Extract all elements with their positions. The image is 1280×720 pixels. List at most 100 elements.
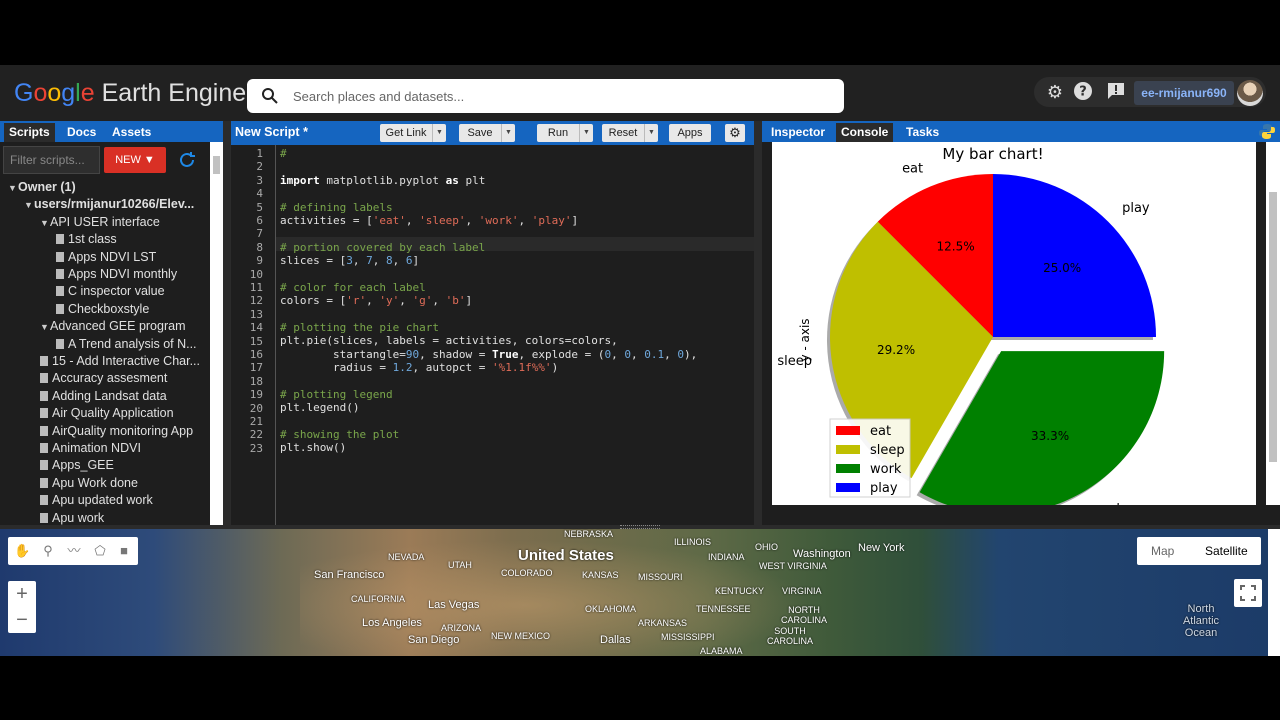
filter-scripts-input[interactable] (3, 146, 100, 174)
line-number: 10 (249, 267, 263, 281)
map-type-satellite[interactable]: Satellite (1205, 544, 1248, 558)
map-label-ocean: North Atlantic Ocean (1182, 603, 1220, 639)
map-label-mississippi: MISSISSIPPI (661, 632, 715, 642)
gear-icon[interactable]: ⚙ (1044, 81, 1066, 103)
chevron-down-icon[interactable]: ▼ (644, 124, 658, 142)
tab-console[interactable]: Console (836, 123, 894, 142)
help-icon[interactable]: ? (1072, 81, 1094, 103)
chevron-down-icon[interactable]: ▼ (40, 319, 50, 336)
tree-file[interactable]: Air Quality Application (40, 405, 174, 422)
tree-file[interactable]: Apps_GEE (40, 457, 114, 474)
avatar[interactable] (1237, 80, 1263, 106)
refresh-icon[interactable] (177, 150, 197, 170)
chevron-down-icon[interactable]: ▼ (40, 215, 50, 232)
tab-docs[interactable]: Docs (62, 123, 101, 142)
code-line-1: # (280, 147, 287, 160)
map-label-west-virginia: WEST VIRGINIA (759, 561, 827, 571)
tree-folder[interactable]: ▼Advanced GEE program (40, 318, 186, 335)
line-number: 16 (249, 348, 263, 361)
top-header: Google Earth Engine ⚙ ? ee-rmijanur690 (0, 65, 1280, 121)
polygon-icon[interactable]: ⬠ (92, 543, 108, 559)
marker-icon[interactable]: ⚲ (40, 543, 56, 559)
tab-assets[interactable]: Assets (107, 123, 156, 142)
map-label-washington: Washington (793, 548, 851, 560)
search-input[interactable] (293, 85, 813, 107)
code-line-14: # plotting the pie chart (280, 321, 439, 334)
get-link-button[interactable]: Get Link ▼ (380, 124, 446, 142)
tab-scripts[interactable]: Scripts (4, 123, 55, 142)
pie-percent-label: 12.5% (937, 240, 975, 254)
gee-logo[interactable]: Google Earth Engine (14, 79, 246, 108)
line-icon[interactable]: 〰 (66, 543, 82, 559)
tree-file[interactable]: Animation NDVI (40, 440, 141, 457)
tab-inspector[interactable]: Inspector (766, 123, 830, 142)
left-scrollbar[interactable] (210, 142, 223, 525)
tree-file[interactable]: Apu work (40, 510, 104, 525)
line-number: 18 (249, 374, 263, 388)
pie-chart: My bar chart! y - axis 12.5%eat29.2%slee… (777, 145, 1165, 505)
line-number: 12 (249, 294, 263, 308)
chevron-down-icon[interactable]: ▼ (432, 124, 446, 142)
map-scrollbar[interactable] (1268, 529, 1280, 656)
tab-tasks[interactable]: Tasks (901, 123, 944, 142)
gear-icon[interactable]: ⚙ (725, 124, 745, 142)
chevron-down-icon[interactable]: ▼ (8, 180, 18, 197)
hand-icon[interactable]: ✋ (14, 543, 30, 559)
map-label-arizona: ARIZONA (441, 623, 482, 633)
tree-folder[interactable]: ▼users/rmijanur10266/Elev... (24, 196, 194, 213)
map-label-north-carolina: NORTH CAROLINA (780, 605, 827, 625)
pie-percent-label: 29.2% (877, 343, 915, 357)
chevron-down-icon[interactable]: ▼ (579, 124, 593, 142)
tree-file[interactable]: AirQuality monitoring App (40, 423, 193, 440)
search-box[interactable] (247, 79, 844, 113)
tree-file[interactable]: Checkboxstyle (56, 301, 149, 318)
fullscreen-button[interactable] (1234, 579, 1262, 607)
tree-file[interactable]: Accuracy assesment (40, 370, 167, 387)
left-tabbar: Scripts Docs Assets (0, 121, 223, 142)
left-scroll-thumb[interactable] (213, 156, 220, 174)
tree-file[interactable]: Apu updated work (40, 492, 153, 509)
rectangle-icon[interactable]: ■ (116, 543, 132, 559)
tree-file[interactable]: Apps NDVI monthly (56, 266, 177, 283)
save-button[interactable]: Save ▼ (459, 124, 515, 142)
python-icon[interactable] (1258, 123, 1276, 140)
run-button[interactable]: Run ▼ (537, 124, 593, 142)
map-view[interactable]: United States NEBRASKA NEVADA UTAH COLOR… (0, 529, 1280, 656)
code-line-22: # showing the plot (280, 428, 400, 441)
tree-file[interactable]: Adding Landsat data (40, 388, 167, 405)
line-number: 7 (256, 227, 263, 241)
new-button[interactable]: NEW ▼ (104, 147, 166, 173)
console-scrollbar[interactable] (1266, 142, 1280, 505)
tree-file[interactable]: Apu Work done (40, 475, 138, 492)
zoom-in-button[interactable]: + (8, 581, 36, 607)
apps-button[interactable]: Apps (669, 124, 711, 142)
tree-file[interactable]: 15 - Add Interactive Char... (40, 353, 200, 370)
line-number: 2 (256, 160, 263, 174)
pie-percent-label: 25.0% (1043, 261, 1081, 275)
feedback-icon[interactable] (1105, 81, 1127, 103)
legend-swatch (836, 445, 860, 454)
console-scroll-thumb[interactable] (1269, 192, 1277, 462)
tree-folder[interactable]: ▼API USER interface (40, 214, 160, 231)
drawing-tools: ✋ ⚲ 〰 ⬠ ■ (8, 537, 138, 565)
tree-label: Owner (1) (18, 180, 76, 194)
line-number: 20 (249, 401, 263, 415)
line-number: 19 (249, 388, 263, 402)
map-type-map[interactable]: Map (1151, 544, 1174, 558)
map-label-new-mexico: NEW MEXICO (491, 631, 551, 641)
script-title[interactable]: New Script * (235, 125, 308, 139)
tree-file[interactable]: C inspector value (56, 283, 165, 300)
tree-folder[interactable]: ▼Owner (1) (8, 179, 76, 196)
chevron-down-icon[interactable]: ▼ (501, 124, 515, 142)
tree-file[interactable]: A Trend analysis of N... (56, 336, 197, 353)
tree-label: Checkboxstyle (68, 301, 150, 316)
file-icon (40, 443, 48, 453)
zoom-out-button[interactable]: − (8, 607, 36, 633)
account-button[interactable]: ee-rmijanur690 (1134, 81, 1234, 105)
file-icon (40, 477, 48, 488)
code-area[interactable]: # import matplotlib.pyplot as plt # defi… (280, 145, 754, 525)
chevron-down-icon[interactable]: ▼ (24, 197, 34, 214)
tree-file[interactable]: Apps NDVI LST (56, 249, 156, 266)
tree-file[interactable]: 1st class (56, 231, 117, 248)
reset-button[interactable]: Reset ▼ (602, 124, 658, 142)
